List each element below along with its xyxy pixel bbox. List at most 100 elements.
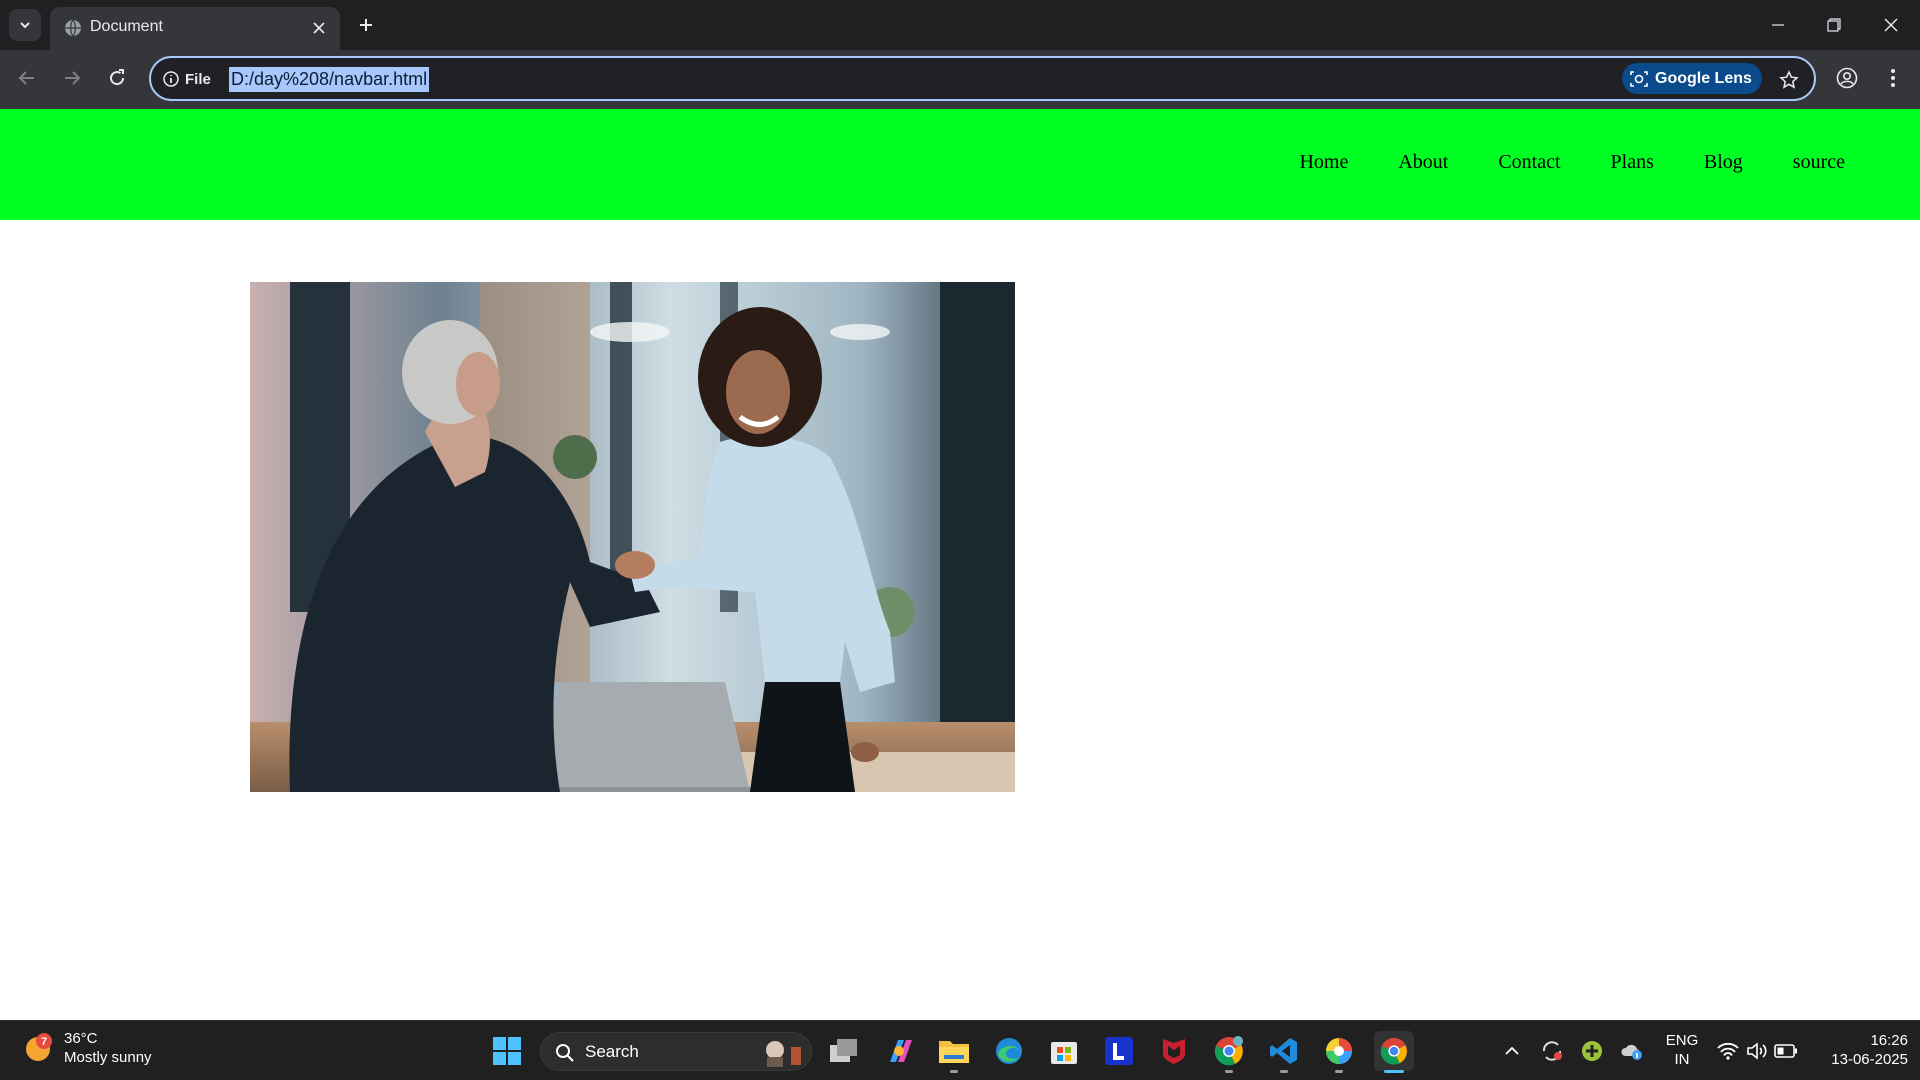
nav-item-contact: Contact	[1473, 151, 1585, 174]
running-indicator	[1280, 1070, 1288, 1073]
close-window-button[interactable]	[1876, 10, 1906, 40]
taskbar-chrome-profile[interactable]	[1209, 1031, 1249, 1073]
nav-link-about[interactable]: About	[1373, 151, 1473, 174]
forward-button[interactable]	[57, 63, 87, 93]
nav-link-home[interactable]: Home	[1274, 151, 1373, 174]
photos-pinwheel-icon	[1326, 1038, 1352, 1064]
google-lens-button[interactable]: Google Lens	[1622, 63, 1762, 94]
nav-link-plans[interactable]: Plans	[1586, 151, 1679, 174]
mcafee-shield-icon	[1163, 1039, 1185, 1064]
more-vertical-icon	[1891, 69, 1895, 87]
close-icon	[1884, 18, 1898, 32]
language-line1: ENG	[1665, 1032, 1699, 1049]
nav-item-home: Home	[1274, 151, 1373, 174]
reload-button[interactable]	[102, 63, 132, 93]
battery-icon	[1774, 1044, 1797, 1058]
info-icon	[163, 71, 179, 87]
minimize-button[interactable]	[1763, 10, 1793, 40]
chrome-icon	[1380, 1037, 1408, 1065]
copilot-icon	[890, 1040, 912, 1062]
shield-plus-icon	[1582, 1041, 1602, 1061]
site-navbar: Home About Contact Plans Blog source	[0, 109, 1920, 220]
clock-time: 16:26	[1870, 1032, 1908, 1049]
language-indicator[interactable]: ENG IN	[1660, 1031, 1704, 1069]
running-indicator	[1335, 1070, 1343, 1073]
l-app-icon	[1105, 1037, 1133, 1065]
nav-item-about: About	[1373, 151, 1473, 174]
clock[interactable]: 16:26 13-06-2025	[1812, 1031, 1908, 1069]
weather-widget[interactable]: 7 36°C Mostly sunny	[24, 1029, 152, 1067]
reload-icon	[110, 69, 125, 86]
chevron-down-icon	[20, 22, 30, 29]
tray-onedrive[interactable]	[1620, 1039, 1644, 1063]
nav-link-contact[interactable]: Contact	[1473, 151, 1585, 174]
tab-title: Document	[90, 18, 163, 35]
taskbar-copilot[interactable]	[879, 1031, 919, 1071]
clock-date: 13-06-2025	[1831, 1051, 1908, 1068]
tray-app-green[interactable]	[1580, 1039, 1604, 1063]
tray-wifi[interactable]	[1716, 1039, 1740, 1063]
weather-temperature: 36°C	[64, 1030, 98, 1047]
taskbar-search-box[interactable]: Search	[540, 1032, 812, 1071]
cloud-info-icon	[1621, 1044, 1642, 1060]
weather-text: 36°C Mostly sunny	[64, 1029, 152, 1067]
weather-badge: 7	[41, 1036, 47, 1048]
task-view-icon	[830, 1039, 857, 1062]
restore-button[interactable]	[1819, 10, 1849, 40]
new-tab-button[interactable]	[352, 11, 380, 39]
taskbar-vscode[interactable]	[1264, 1031, 1304, 1073]
windows-logo-icon	[493, 1037, 521, 1065]
plus-icon	[360, 19, 372, 31]
address-bar[interactable]: File D:/day%208/navbar.html Google Lens	[149, 56, 1816, 101]
nav-link-source[interactable]: source	[1768, 151, 1870, 174]
taskbar-edge[interactable]	[989, 1031, 1029, 1071]
store-icon	[1051, 1042, 1077, 1064]
search-label: Search	[585, 1042, 639, 1061]
nav-link-blog[interactable]: Blog	[1679, 151, 1768, 174]
show-hidden-icons-button[interactable]	[1500, 1039, 1524, 1063]
chevron-up-icon	[1505, 1046, 1519, 1055]
minimize-icon	[1772, 24, 1784, 26]
star-icon	[1779, 70, 1799, 89]
bookmark-button[interactable]	[1775, 66, 1803, 94]
active-indicator	[1384, 1070, 1404, 1073]
start-button[interactable]	[487, 1031, 527, 1071]
tab-search-button[interactable]	[9, 9, 41, 41]
taskbar-microsoft-store[interactable]	[1044, 1031, 1084, 1071]
tray-sync[interactable]	[1540, 1039, 1564, 1063]
search-icon	[556, 1044, 574, 1062]
tab-close-button[interactable]	[308, 17, 330, 39]
running-indicator	[1225, 1070, 1233, 1073]
taskbar-file-explorer[interactable]	[934, 1031, 974, 1073]
back-button[interactable]	[12, 63, 42, 93]
taskbar-task-view[interactable]	[824, 1031, 864, 1071]
close-icon	[313, 22, 325, 34]
profile-icon	[1836, 67, 1858, 89]
taskbar-mcafee[interactable]	[1154, 1031, 1194, 1071]
nav-list: Home About Contact Plans Blog source	[1274, 151, 1870, 174]
taskbar-photos[interactable]	[1319, 1031, 1359, 1073]
sync-icon	[1542, 1041, 1562, 1061]
browser-menu-button[interactable]	[1878, 63, 1908, 93]
nav-item-blog: Blog	[1679, 151, 1768, 174]
taskbar-chrome-active[interactable]	[1374, 1031, 1414, 1073]
profile-button[interactable]	[1832, 63, 1862, 93]
handshake-photo	[250, 282, 1015, 792]
url-text[interactable]: D:/day%208/navbar.html	[229, 67, 430, 92]
tab-document[interactable]: Document	[50, 7, 340, 50]
tray-volume[interactable]	[1745, 1039, 1769, 1063]
taskbar-l-app[interactable]	[1099, 1031, 1139, 1071]
running-indicator	[950, 1070, 958, 1073]
wifi-icon	[1717, 1042, 1739, 1060]
sun-cloud-icon: 7	[26, 1033, 52, 1061]
speaker-icon	[1747, 1042, 1767, 1060]
tray-battery[interactable]	[1774, 1039, 1798, 1063]
nav-item-plans: Plans	[1586, 151, 1679, 174]
vscode-icon	[1270, 1038, 1297, 1064]
google-lens-label: Google Lens	[1655, 69, 1752, 87]
nav-item-source: source	[1768, 151, 1870, 174]
site-info-button[interactable]: File	[163, 67, 211, 91]
arrow-right-icon	[65, 71, 81, 85]
windows-taskbar: 7 36°C Mostly sunny Search ENG IN 16:26 …	[0, 1020, 1920, 1080]
lens-camera-icon	[1630, 70, 1648, 87]
